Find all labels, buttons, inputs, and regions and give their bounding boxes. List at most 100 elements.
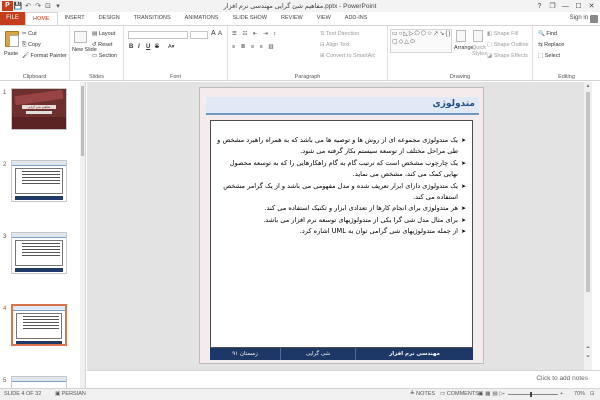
convert-smartart-button[interactable]: ⊞ Convert to SmartArt xyxy=(320,53,375,59)
bullet-item[interactable]: یک متدولوژی دارای ابزار تعریف شده و مدل … xyxy=(216,181,466,204)
comments-toggle-label: COMMENTS xyxy=(446,391,479,397)
find-button[interactable]: 🔍 Find xyxy=(538,31,557,37)
footer-date[interactable]: زمستان ۹۱ xyxy=(210,348,280,360)
fit-slide-icon[interactable]: ⊡ xyxy=(590,391,595,397)
previous-slide-icon[interactable]: ⏶ xyxy=(584,345,592,351)
ribbon-tabs: FILE HOME INSERT DESIGN TRANSITIONS ANIM… xyxy=(0,12,600,25)
strikethrough-button[interactable]: S xyxy=(155,44,159,50)
tab-transitions[interactable]: TRANSITIONS xyxy=(127,12,178,25)
comments-toggle[interactable]: ▭ COMMENTS xyxy=(440,391,479,397)
slide-thumbnail-4[interactable] xyxy=(11,304,67,346)
align-buttons-icon[interactable]: ≡ ≣ ≡ ≡ ▥ xyxy=(232,44,276,50)
ribbon-display-icon[interactable]: ❐ xyxy=(546,2,559,10)
zoom-out-button[interactable]: − xyxy=(502,391,505,397)
font-color-icon[interactable]: A▾ xyxy=(168,44,174,50)
slide-thumbnail-3[interactable] xyxy=(11,232,67,274)
shape-outline-button[interactable]: ▢ Shape Outline xyxy=(487,42,529,48)
bullet-item[interactable]: از جمله متدولوژیهای شی گرامی توان به UML… xyxy=(216,226,466,238)
slide-title[interactable]: متدولوژی xyxy=(433,99,476,109)
notes-pane[interactable]: Click to add notes xyxy=(87,370,600,388)
close-button[interactable]: ✕ xyxy=(585,2,598,10)
font-name-dropdown[interactable] xyxy=(128,31,188,39)
select-button[interactable]: ⬚ Select xyxy=(538,53,560,59)
text-direction-button[interactable]: ⇅ Text Direction xyxy=(320,31,359,37)
list-buttons-icon[interactable]: ☰ ☷ ⇤ ⇥ ↕ xyxy=(232,31,278,37)
tab-file[interactable]: FILE xyxy=(0,12,25,25)
bold-button[interactable]: B xyxy=(129,44,133,50)
bullet-item[interactable]: برای مثال مدل شی گرا یکی از متدولوژیهای … xyxy=(216,215,466,227)
section-button[interactable]: ▭ Section xyxy=(92,53,117,59)
scrollbar-thumb[interactable] xyxy=(586,92,590,292)
tab-animations[interactable]: ANIMATIONS xyxy=(178,12,226,25)
tab-view[interactable]: VIEW xyxy=(310,12,338,25)
arrange-button[interactable]: Arrange xyxy=(454,45,474,51)
shape-effects-button[interactable]: ◪ Shape Effects xyxy=(487,53,528,59)
copy-button[interactable]: ⎘ Copy xyxy=(22,42,41,49)
shapes-gallery[interactable]: ▭○◺▷⬠⬡☆↗↘{}▢◇△⬭ xyxy=(390,29,452,53)
arrange-icon[interactable] xyxy=(456,30,466,42)
spellcheck-icon: ▣ xyxy=(55,391,62,397)
slides-group: New Slide ▤ Layout ↺ Reset ▭ Section Sli… xyxy=(70,26,124,81)
grow-font-icon[interactable]: A xyxy=(211,30,216,37)
scroll-up-icon[interactable]: ▲ xyxy=(584,83,592,89)
current-slide[interactable]: متدولوژی یک متدولوژی مجموعه ای از روش ها… xyxy=(199,87,484,364)
slide-thumbnails-pane[interactable]: 1 مفاهیم شئ گرایی 2 3 4 5 xyxy=(0,82,86,388)
paragraph-group-label: Paragraph xyxy=(294,74,321,80)
copy-label: Copy xyxy=(27,42,41,48)
paste-button[interactable]: Paste xyxy=(4,51,18,57)
layout-button[interactable]: ▤ Layout xyxy=(92,31,115,37)
language-indicator[interactable]: ▣ PERSIAN xyxy=(55,391,86,397)
zoom-slider[interactable] xyxy=(508,394,558,395)
tab-review[interactable]: REVIEW xyxy=(274,12,310,25)
tab-add-ins[interactable]: ADD-INS xyxy=(338,12,375,25)
footer-topic[interactable]: شی گرایی xyxy=(280,348,355,360)
help-icon[interactable]: ? xyxy=(533,3,546,10)
maximize-button[interactable]: ☐ xyxy=(572,2,585,10)
cut-button[interactable]: ✂ Cut xyxy=(22,31,37,37)
format-painter-button[interactable]: 🖌 Format Painter xyxy=(22,53,67,59)
italic-button[interactable]: I xyxy=(138,44,140,50)
slide-title-bar[interactable]: متدولوژی xyxy=(206,97,479,115)
find-label: Find xyxy=(546,31,558,37)
thumbnails-scrollbar[interactable] xyxy=(80,82,85,388)
text-direction-label: Text Direction xyxy=(326,31,360,37)
align-text-button[interactable]: ⊟ Align Text xyxy=(320,42,350,48)
bullet-item[interactable]: یک متدولوژی مجموعه ای از روش ها و توصیه … xyxy=(216,135,466,158)
notes-placeholder[interactable]: Click to add notes xyxy=(536,375,588,382)
thumbnail-title: مفاهیم شئ گرایی xyxy=(22,105,56,109)
bullet-item[interactable]: هر متدولوژی برای انجام کارها از تعدادی ا… xyxy=(216,203,466,215)
new-slide-icon[interactable] xyxy=(74,31,87,43)
slide-thumbnail-5[interactable] xyxy=(11,376,67,388)
font-size-dropdown[interactable] xyxy=(190,31,208,39)
zoom-slider-handle[interactable] xyxy=(530,392,532,397)
paste-icon[interactable] xyxy=(5,31,19,47)
quick-styles-icon[interactable] xyxy=(473,30,483,42)
slide-thumbnail-1[interactable]: مفاهیم شئ گرایی xyxy=(11,88,67,130)
shrink-font-icon[interactable]: A xyxy=(218,31,222,37)
shape-fill-button[interactable]: ◧ Shape Fill xyxy=(487,31,518,37)
slide-thumbnail-2[interactable] xyxy=(11,160,67,202)
sign-in-link[interactable]: Sign in xyxy=(570,12,588,25)
tab-design[interactable]: DESIGN xyxy=(92,12,127,25)
replace-button[interactable]: ⇆ Replace xyxy=(538,42,564,48)
bullet-item[interactable]: یک چارچوب مشخص است که ترتیب گام به گام ر… xyxy=(216,158,466,181)
next-slide-icon[interactable]: ⏷ xyxy=(584,354,592,360)
canvas-scrollbar[interactable]: ▲ ⏶ ⏷ xyxy=(584,82,592,370)
slide-content-box[interactable]: یک متدولوژی مجموعه ای از روش ها و توصیه … xyxy=(210,120,473,348)
bullet-list[interactable]: یک متدولوژی مجموعه ای از روش ها و توصیه … xyxy=(216,135,466,238)
language-label: PERSIAN xyxy=(61,391,86,397)
zoom-in-button[interactable]: + xyxy=(560,391,563,397)
reset-button[interactable]: ↺ Reset xyxy=(92,42,113,48)
zoom-level[interactable]: 70% xyxy=(574,391,585,397)
user-avatar-icon[interactable] xyxy=(590,15,598,23)
notes-toggle[interactable]: ≜ NOTES xyxy=(410,391,435,397)
quick-styles-button[interactable]: Quick Styles xyxy=(472,45,487,57)
minimize-button[interactable]: — xyxy=(559,3,572,10)
tab-slide-show[interactable]: SLIDE SHOW xyxy=(225,12,274,25)
tab-home[interactable]: HOME xyxy=(25,12,58,25)
underline-button[interactable]: U xyxy=(146,44,150,50)
tab-insert[interactable]: INSERT xyxy=(58,12,92,25)
slide-footer[interactable]: زمستان ۹۱ شی گرایی مهندسی نرم افزار xyxy=(210,348,473,360)
shape-outline-label: Shape Outline xyxy=(493,42,529,48)
footer-course[interactable]: مهندسی نرم افزار xyxy=(355,348,473,360)
